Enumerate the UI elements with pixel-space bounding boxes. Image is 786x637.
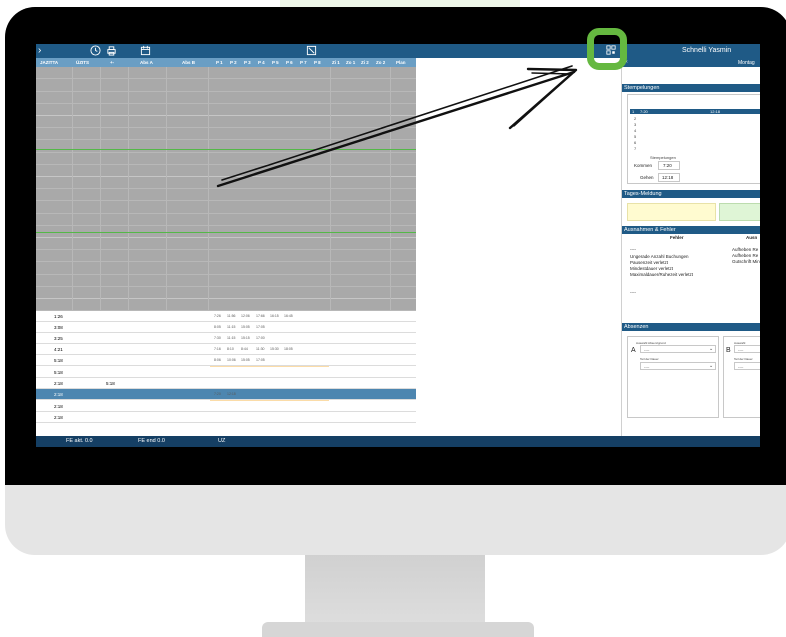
arrow-shaft [216, 70, 576, 188]
annotation-arrow [216, 65, 578, 188]
arrow-shaft [221, 65, 573, 181]
arrow-head [508, 67, 578, 130]
